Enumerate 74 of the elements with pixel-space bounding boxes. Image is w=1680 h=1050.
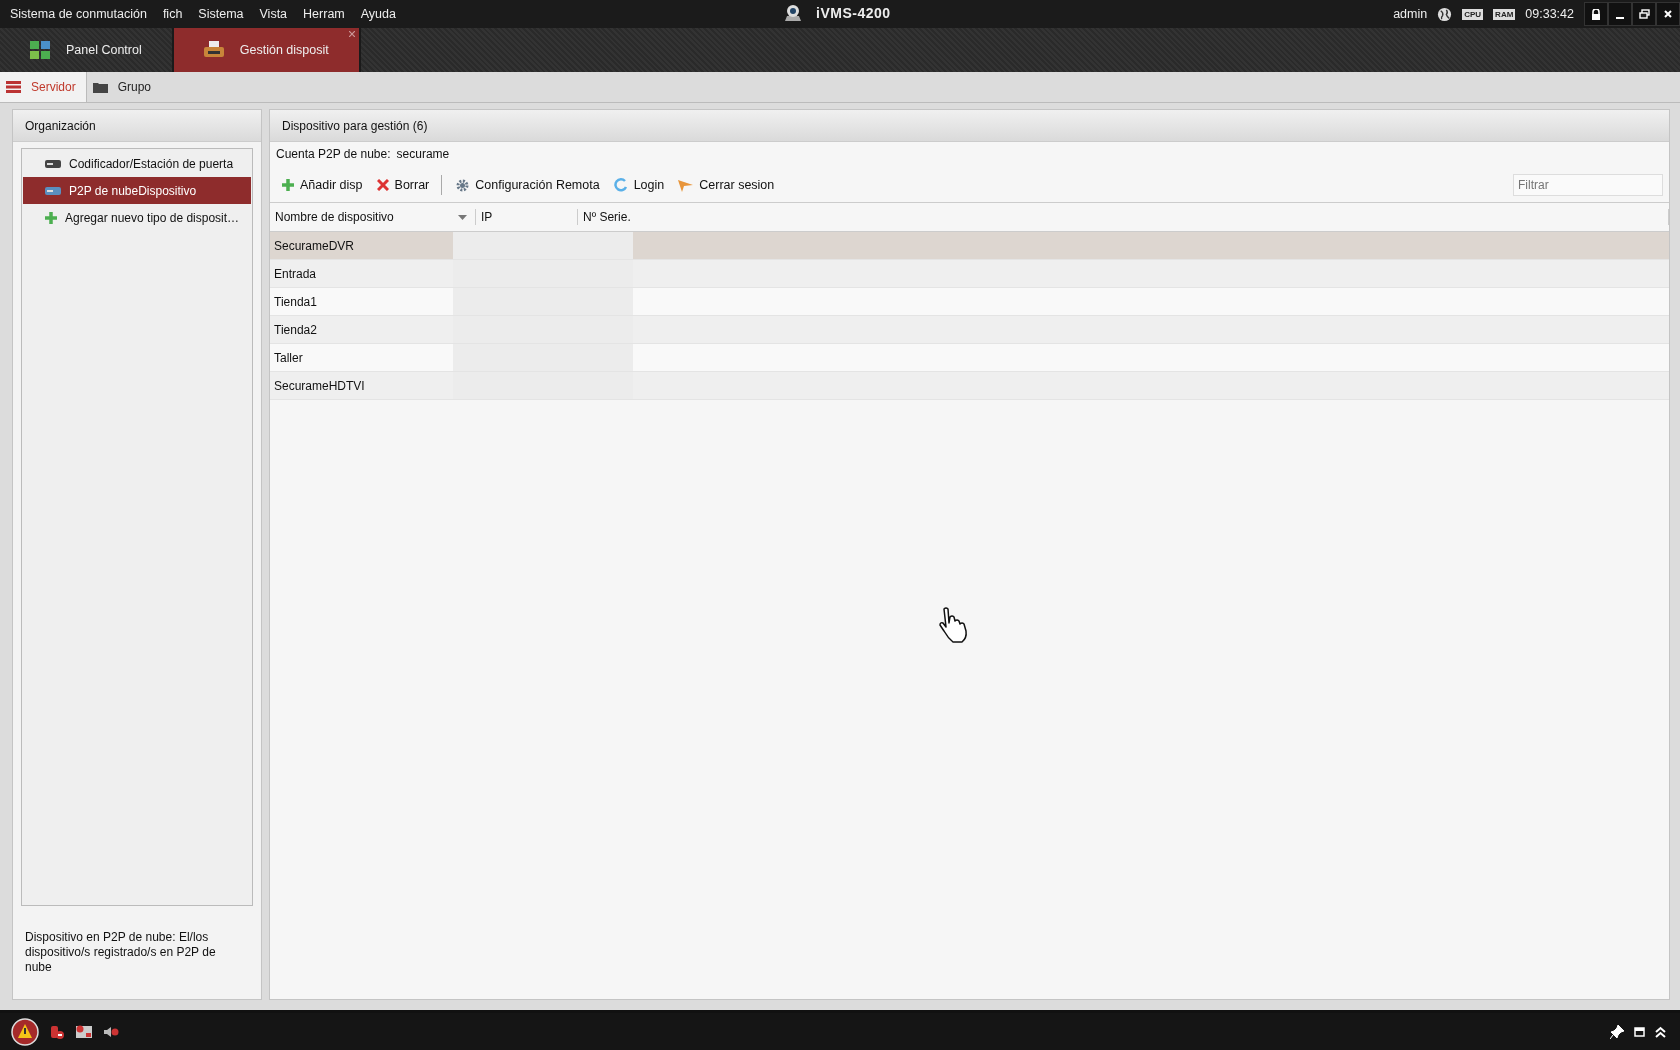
table-cell-text: Tienda1 — [273, 293, 318, 311]
recorder-icon — [45, 185, 61, 196]
gear-icon — [456, 178, 470, 192]
server-icon — [6, 81, 21, 93]
menu-item[interactable]: Sistema de conmutación — [10, 7, 147, 21]
table-cell-text: SecurameDVR — [273, 237, 356, 255]
camera-icon — [782, 3, 804, 23]
tree-item[interactable]: Codificador/Estación de puerta — [23, 150, 251, 177]
sort-arrow-icon — [458, 214, 467, 220]
panel-title: Organización — [25, 118, 96, 133]
toolbar-button[interactable]: Configuración Remota — [454, 176, 608, 194]
tree-item[interactable]: Agregar nuevo tipo de disposit… — [23, 204, 251, 231]
sub-tab[interactable]: Grupo — [86, 72, 162, 102]
restore-button[interactable] — [1632, 2, 1656, 26]
folder-icon — [92, 81, 108, 93]
table-cell-text: SecurameHDTVI — [273, 377, 366, 395]
column-header[interactable]: Nombre de dispositivo — [270, 209, 476, 225]
column-header[interactable]: IP — [476, 209, 578, 225]
grid-icon — [30, 41, 50, 59]
table-row[interactable]: Taller — [270, 344, 1669, 372]
table-row[interactable]: Entrada — [270, 260, 1669, 288]
sub-tab[interactable]: Servidor — [0, 72, 87, 102]
menu-item[interactable]: Sistema — [198, 7, 244, 21]
table-cell-text: Tienda2 — [273, 321, 318, 339]
table-row[interactable]: Tienda1 — [270, 288, 1669, 316]
filter-field[interactable]: Filtrar — [1513, 174, 1663, 196]
plus-icon — [282, 179, 294, 191]
plus-icon — [45, 211, 57, 224]
table-cell-text: Taller — [273, 349, 304, 367]
close-icon[interactable] — [348, 31, 355, 37]
toolbar-button[interactable]: Cerrar sesion — [676, 176, 783, 194]
app-title: iVMS-4200 — [816, 5, 891, 21]
indicator-label: CPU — [1462, 8, 1484, 20]
column-header[interactable]: Nº Serie. — [578, 209, 1669, 225]
toolbar-button[interactable]: Añadir disp — [280, 176, 371, 194]
toolbar-button[interactable]: Login — [611, 176, 673, 194]
restore-icon — [1638, 9, 1650, 19]
description-text: Dispositivo en P2P de nube: El/los dispositivo/s registrado/s en P2P de nube — [24, 929, 217, 976]
cross-icon — [376, 179, 389, 191]
account-name: securame — [396, 147, 450, 161]
paper-plane-icon — [678, 178, 694, 192]
minimize-button[interactable] — [1608, 2, 1632, 26]
account-label: Cuenta P2P de nube: — [276, 147, 391, 161]
module-tab[interactable]: Gestión disposit — [173, 28, 361, 72]
monitor-icon[interactable] — [75, 1023, 93, 1040]
pin-icon[interactable] — [1610, 1024, 1624, 1039]
table-row[interactable]: SecurameHDTVI — [270, 372, 1669, 400]
lock-icon — [1591, 8, 1601, 20]
speaker-icon[interactable] — [103, 1024, 119, 1039]
refresh-icon — [613, 178, 628, 192]
table-cell-text: Entrada — [273, 265, 318, 283]
warning-icon[interactable] — [11, 1017, 39, 1046]
window-icon[interactable] — [1634, 1026, 1645, 1037]
toolbar-button[interactable]: Borrar — [374, 176, 438, 194]
recorder-icon — [45, 158, 61, 169]
tree-item[interactable]: P2P de nubeDispositivo — [23, 177, 251, 204]
indicator-label: RAM — [1493, 8, 1516, 20]
menu-item[interactable]: Vista — [259, 7, 288, 21]
close-icon — [1663, 9, 1673, 19]
menu-item[interactable]: fich — [162, 7, 183, 21]
minimize-icon — [1616, 17, 1624, 19]
alarm-icon[interactable] — [49, 1023, 65, 1040]
user-name: admin — [1393, 7, 1428, 21]
lock-button[interactable] — [1584, 2, 1608, 26]
table-row[interactable]: Tienda2 — [270, 316, 1669, 344]
menu-item[interactable]: Ayuda — [360, 7, 396, 21]
panel-title: Dispositivo para gestión (6) — [282, 118, 428, 133]
printer-icon — [203, 41, 224, 59]
clock-time: 09:33:42 — [1525, 7, 1574, 21]
globe-icon — [1437, 6, 1453, 22]
table-row[interactable]: SecurameDVR — [270, 232, 1669, 260]
close-button[interactable] — [1656, 2, 1680, 26]
chevrons-up-icon[interactable] — [1655, 1025, 1666, 1038]
menu-item[interactable]: Herram — [303, 7, 345, 21]
